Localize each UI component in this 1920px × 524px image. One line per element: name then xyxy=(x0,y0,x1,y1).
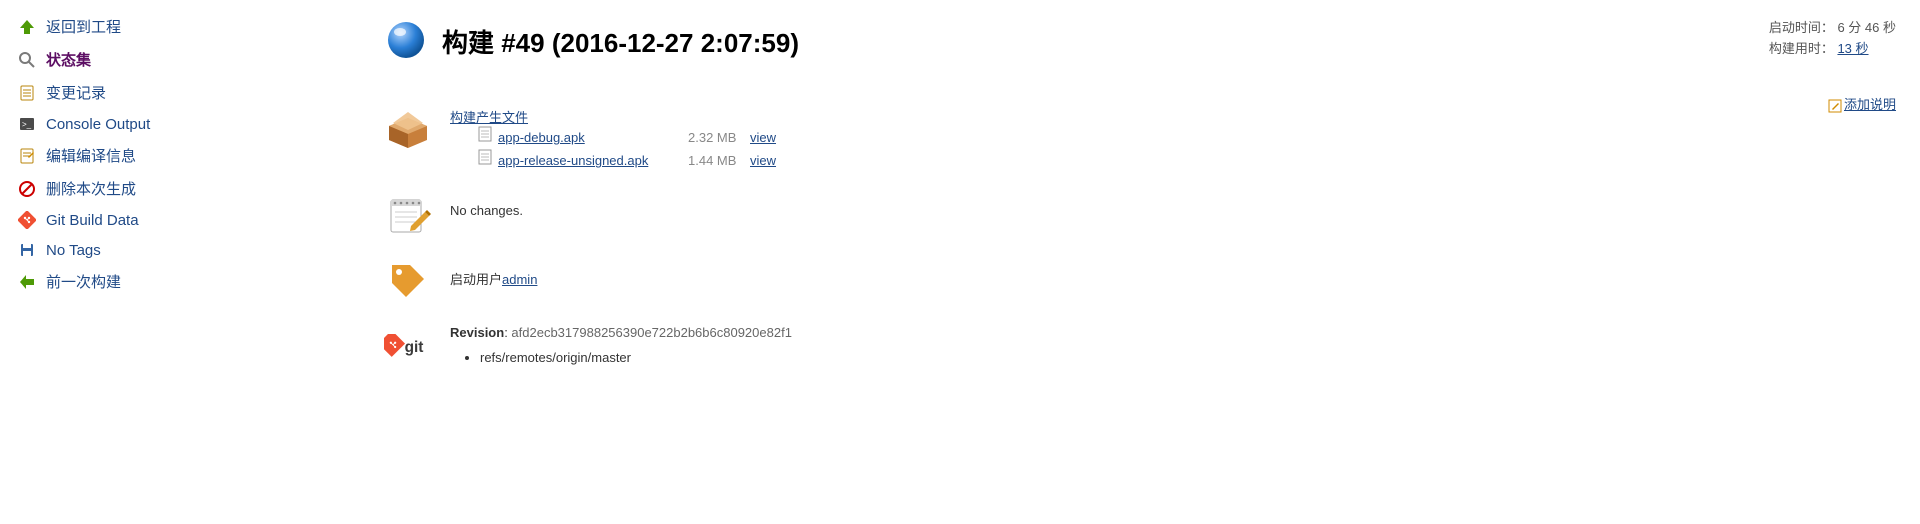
artifacts-title-link[interactable]: 构建产生文件 xyxy=(450,110,528,125)
sidebar-item-label: 前一次构建 xyxy=(46,271,121,292)
file-icon xyxy=(478,126,492,149)
search-icon xyxy=(14,51,40,69)
sidebar-item-delete-build[interactable]: 删除本次生成 xyxy=(14,172,360,205)
changes-text: No changes. xyxy=(450,203,523,218)
revision-label: Revision xyxy=(450,325,504,340)
build-meta: 启动时间： 6 分 46 秒 构建用时： 13 秒 xyxy=(1769,18,1896,60)
sidebar-item-label: 状态集 xyxy=(46,49,91,70)
sidebar-item-status[interactable]: 状态集 xyxy=(14,43,360,76)
svg-text:git: git xyxy=(405,339,424,356)
cause-prefix: 启动用户 xyxy=(450,272,502,287)
git-icon xyxy=(14,211,40,229)
changes-section: No changes. xyxy=(384,191,1896,239)
sidebar-item-label: Git Build Data xyxy=(46,212,139,229)
build-title-row: 构建 #49 (2016-12-27 2:07:59) xyxy=(384,18,1896,65)
sidebar-item-label: 删除本次生成 xyxy=(46,178,136,199)
artifact-file-link[interactable]: app-debug.apk xyxy=(498,130,585,145)
sidebar-item-edit-build-info[interactable]: 编辑编译信息 xyxy=(14,139,360,172)
duration-label: 构建用时： xyxy=(1769,41,1838,56)
git-refs-list: refs/remotes/origin/master xyxy=(480,350,1896,365)
sidebar-item-label: Console Output xyxy=(46,116,150,133)
sidebar-item-git-build-data[interactable]: Git Build Data xyxy=(14,205,360,235)
sidebar-item-back-to-project[interactable]: 返回到工程 xyxy=(14,10,360,43)
main-panel: 启动时间： 6 分 46 秒 构建用时： 13 秒 添加说明 xyxy=(360,0,1920,389)
sidebar-item-no-tags[interactable]: No Tags xyxy=(14,235,360,265)
status-ball-icon xyxy=(384,18,428,65)
sidebar-item-previous-build[interactable]: 前一次构建 xyxy=(14,265,360,298)
cause-section: 启动用户admin xyxy=(384,257,1896,305)
save-icon xyxy=(14,241,40,259)
add-description[interactable]: 添加说明 xyxy=(1828,94,1896,113)
artifact-file-link[interactable]: app-release-unsigned.apk xyxy=(498,153,648,168)
artifact-row: app-debug.apk 2.32 MB view xyxy=(478,126,1896,149)
sidebar-item-label: No Tags xyxy=(46,242,101,259)
page-title: 构建 #49 (2016-12-27 2:07:59) xyxy=(442,23,799,60)
arrow-left-icon xyxy=(14,273,40,291)
artifacts-section: 构建产生文件 app-debug.apk 2.32 MB view app-re… xyxy=(384,105,1896,173)
artifact-size: 2.32 MB xyxy=(688,126,750,149)
git-ref-item: refs/remotes/origin/master xyxy=(480,350,1896,365)
artifact-view-link[interactable]: view xyxy=(750,126,776,149)
start-time-label: 启动时间： xyxy=(1769,20,1834,35)
sidebar: 返回到工程 状态集 变更记录 >_ Console Output 编辑编译信息 xyxy=(0,0,360,389)
cause-user-link[interactable]: admin xyxy=(502,272,537,287)
duration-link[interactable]: 13 秒 xyxy=(1837,41,1868,56)
revision-value: afd2ecb317988256390e722b2b6b6c80920e82f1 xyxy=(511,325,792,340)
artifact-view-link[interactable]: view xyxy=(750,149,776,172)
delete-icon xyxy=(14,180,40,198)
terminal-icon: >_ xyxy=(14,115,40,133)
start-time-value: 6 分 46 秒 xyxy=(1837,20,1896,35)
arrow-up-icon xyxy=(14,18,40,36)
artifact-size: 1.44 MB xyxy=(688,149,750,172)
edit-icon xyxy=(1828,99,1842,113)
artifact-row: app-release-unsigned.apk 1.44 MB view xyxy=(478,149,1896,172)
git-logo-icon: git xyxy=(384,323,432,371)
svg-text:>_: >_ xyxy=(22,120,32,129)
file-icon xyxy=(478,149,492,172)
document-list-icon xyxy=(14,84,40,102)
add-description-link[interactable]: 添加说明 xyxy=(1844,97,1896,112)
sidebar-item-changes[interactable]: 变更记录 xyxy=(14,76,360,109)
sidebar-item-console-output[interactable]: >_ Console Output xyxy=(14,109,360,139)
sidebar-item-label: 编辑编译信息 xyxy=(46,145,136,166)
tag-icon xyxy=(384,257,432,305)
git-section: git Revision: afd2ecb317988256390e722b2b… xyxy=(384,323,1896,371)
sidebar-item-label: 返回到工程 xyxy=(46,16,121,37)
notepad-icon xyxy=(384,191,432,239)
document-edit-icon xyxy=(14,147,40,165)
sidebar-item-label: 变更记录 xyxy=(46,82,106,103)
package-icon xyxy=(384,105,432,153)
